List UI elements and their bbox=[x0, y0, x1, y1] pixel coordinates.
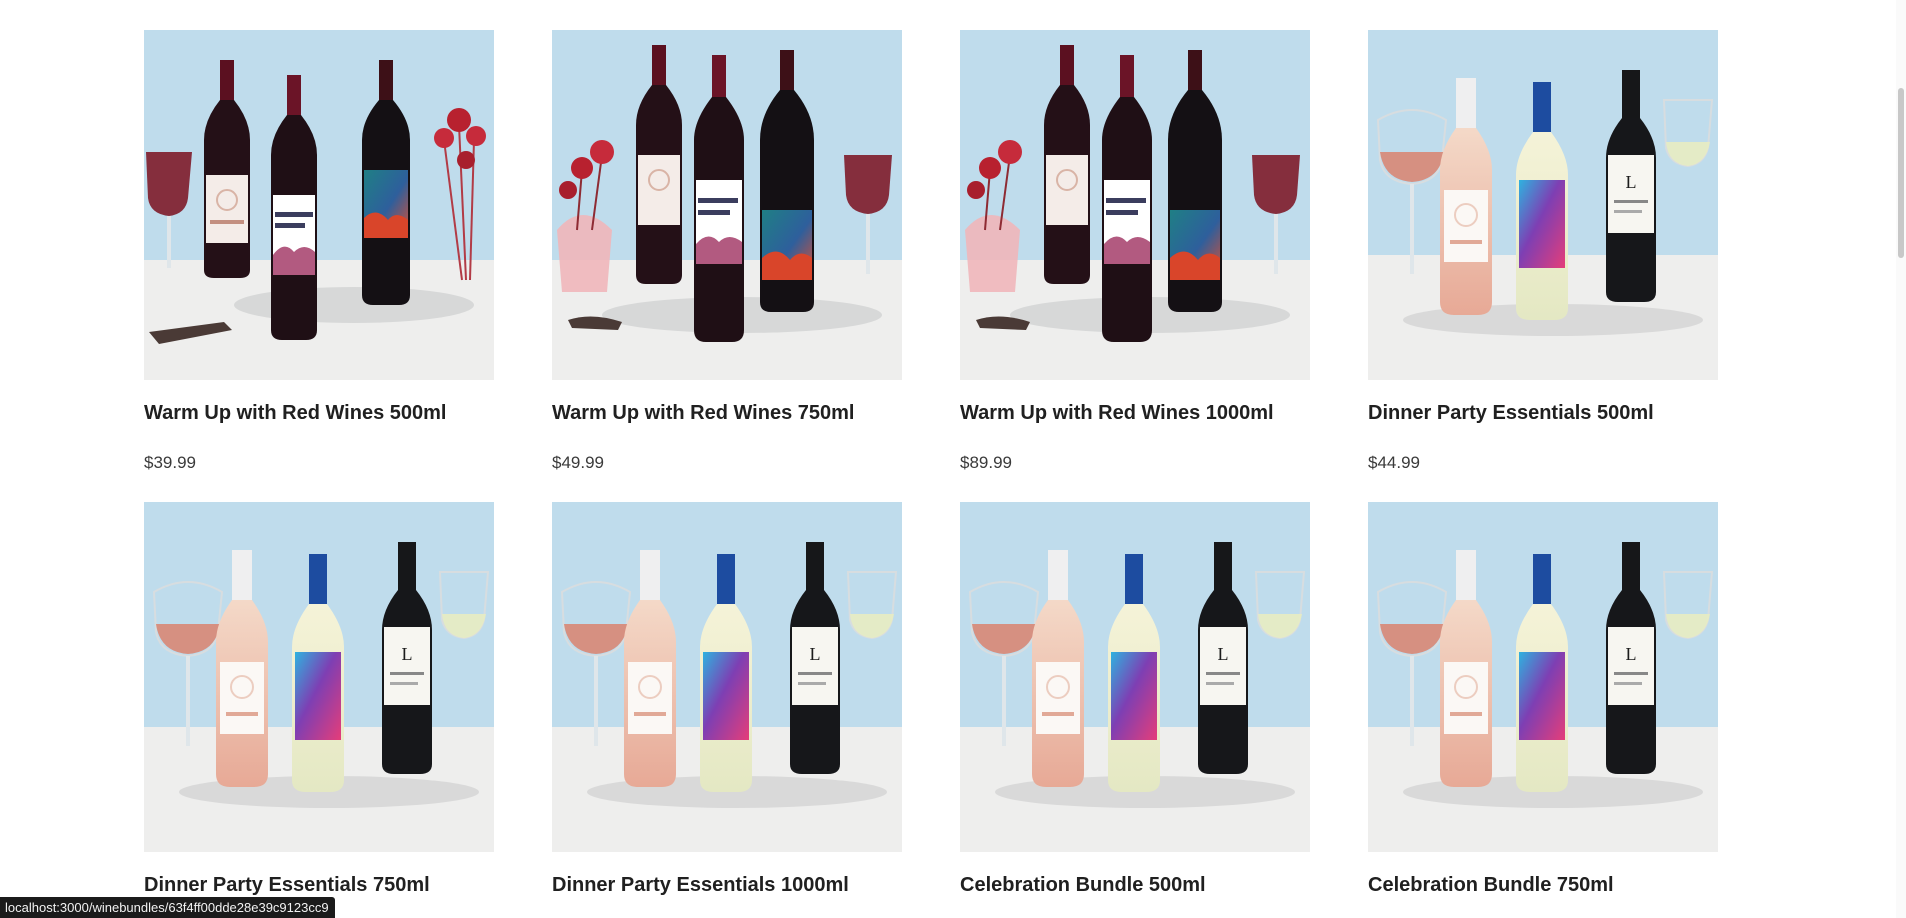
product-image-dinner-party[interactable]: L bbox=[552, 502, 902, 852]
product-card[interactable]: Warm Up with Red Wines 750ml $49.99 bbox=[552, 30, 902, 472]
product-title[interactable]: Warm Up with Red Wines 500ml bbox=[144, 402, 446, 425]
svg-text:L: L bbox=[1626, 172, 1637, 192]
product-image-dinner-party[interactable]: L bbox=[1368, 502, 1718, 852]
product-image-red-wines[interactable] bbox=[552, 30, 902, 380]
browser-viewport: Warm Up with Red Wines 500ml $39.99 Warm… bbox=[0, 0, 1906, 918]
svg-text:L: L bbox=[1626, 644, 1637, 664]
product-image-dinner-party[interactable]: L bbox=[960, 502, 1310, 852]
scrollbar-thumb[interactable] bbox=[1898, 88, 1904, 258]
product-price: $39.99 bbox=[144, 453, 196, 472]
product-card[interactable]: L Celebration Bundle 750ml bbox=[1368, 502, 1718, 896]
product-card[interactable]: L Dinner Party Essentials 1000ml bbox=[552, 502, 902, 896]
product-title[interactable]: Warm Up with Red Wines 1000ml bbox=[960, 402, 1274, 425]
product-price: $49.99 bbox=[552, 453, 604, 472]
product-title[interactable]: Dinner Party Essentials 750ml bbox=[144, 874, 430, 897]
svg-text:L: L bbox=[810, 644, 821, 664]
product-title[interactable]: Dinner Party Essentials 500ml bbox=[1368, 402, 1654, 425]
svg-text:L: L bbox=[402, 644, 413, 664]
product-card[interactable]: L Celebration Bundle 500ml bbox=[960, 502, 1310, 896]
product-title[interactable]: Celebration Bundle 500ml bbox=[960, 874, 1206, 897]
product-image-dinner-party[interactable]: L bbox=[144, 502, 494, 852]
product-title[interactable]: Warm Up with Red Wines 750ml bbox=[552, 402, 854, 425]
svg-text:L: L bbox=[1218, 644, 1229, 664]
product-title[interactable]: Celebration Bundle 750ml bbox=[1368, 874, 1614, 897]
product-title[interactable]: Dinner Party Essentials 1000ml bbox=[552, 874, 849, 897]
product-price: $89.99 bbox=[960, 453, 1012, 472]
product-image-red-wines[interactable] bbox=[144, 30, 494, 380]
vertical-scrollbar[interactable] bbox=[1896, 0, 1906, 918]
product-card[interactable]: Warm Up with Red Wines 1000ml $89.99 bbox=[960, 30, 1310, 472]
link-status-bar: localhost:3000/winebundles/63f4ff00dde28… bbox=[0, 897, 335, 918]
product-card[interactable]: Warm Up with Red Wines 500ml $39.99 bbox=[144, 30, 494, 472]
product-card[interactable]: L Dinner Party Essentials 500ml $44.99 bbox=[1368, 30, 1718, 472]
product-card[interactable]: L Dinner Party Essentials 750ml bbox=[144, 502, 494, 896]
product-image-dinner-party[interactable]: L bbox=[1368, 30, 1718, 380]
product-price: $44.99 bbox=[1368, 453, 1420, 472]
product-image-red-wines[interactable] bbox=[960, 30, 1310, 380]
